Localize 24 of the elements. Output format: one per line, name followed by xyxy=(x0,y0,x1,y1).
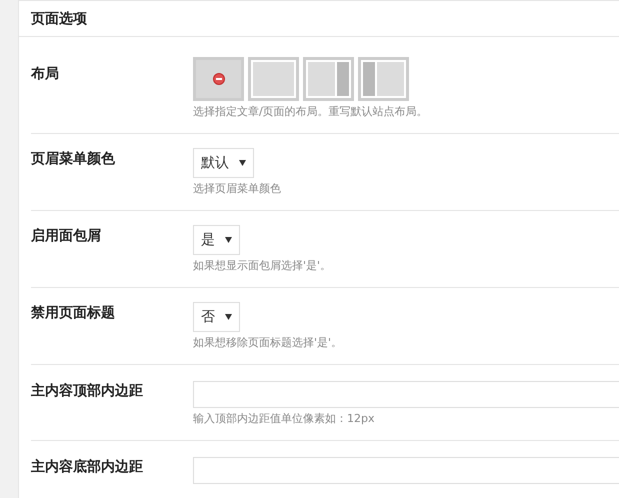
caret-icon xyxy=(225,237,232,243)
help-text: 如果想移除页面标题选择'是'。 xyxy=(193,336,342,349)
help-text: 如果想显示面包屑选择'是'。 xyxy=(193,259,332,272)
layout-option[interactable] xyxy=(248,57,299,101)
field-label: 页眉菜单颜色 xyxy=(31,151,116,169)
caret-icon xyxy=(239,160,246,166)
field-label: 禁用页面标题 xyxy=(31,305,116,323)
field-label: 布局 xyxy=(31,66,60,84)
help-text: 选择指定文章/页面的布局。重写默认站点布局。 xyxy=(193,105,428,118)
field-label: 启用面包屑 xyxy=(31,228,102,246)
layout-option[interactable] xyxy=(303,57,354,101)
panel-title: 页面选项 xyxy=(31,10,87,28)
caret-icon xyxy=(225,314,232,320)
dropdown[interactable]: 否 xyxy=(193,302,240,332)
dropdown[interactable]: 默认 xyxy=(193,148,254,178)
no-entry-icon xyxy=(212,73,224,85)
help-text: 输入顶部内边距值单位像素如：12px xyxy=(193,412,374,425)
dropdown[interactable]: 是 xyxy=(193,225,240,255)
help-text: 选择页眉菜单颜色 xyxy=(193,182,281,195)
field-label: 主内容顶部内边距 xyxy=(31,383,144,401)
input-field[interactable] xyxy=(193,381,619,408)
layout-option[interactable] xyxy=(358,57,409,101)
input-field[interactable] xyxy=(193,457,619,484)
field-label: 主内容底部内边距 xyxy=(31,459,144,477)
